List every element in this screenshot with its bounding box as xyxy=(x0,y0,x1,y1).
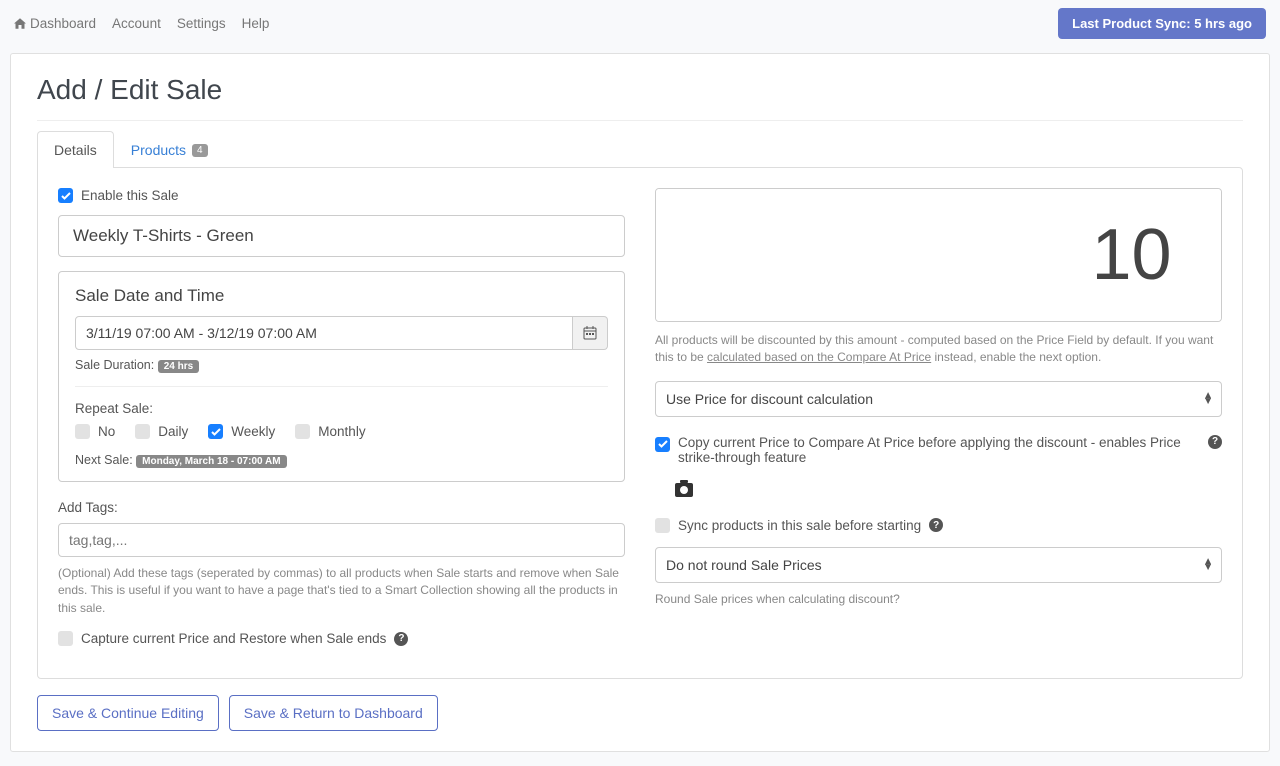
repeat-no-checkbox[interactable] xyxy=(75,424,90,439)
date-box-title: Sale Date and Time xyxy=(75,286,608,306)
copy-price-checkbox[interactable] xyxy=(655,437,670,452)
sync-products-label: Sync products in this sale before starti… xyxy=(678,518,921,533)
last-sync-button[interactable]: Last Product Sync: 5 hrs ago xyxy=(1058,8,1266,39)
save-continue-button[interactable]: Save & Continue Editing xyxy=(37,695,219,731)
enable-sale-checkbox[interactable] xyxy=(58,188,73,203)
round-select[interactable]: Do not round Sale Prices ▲▼ xyxy=(655,547,1222,583)
products-count-badge: 4 xyxy=(192,144,208,157)
repeat-daily-checkbox[interactable] xyxy=(135,424,150,439)
nav-help[interactable]: Help xyxy=(242,16,270,31)
copy-price-label: Copy current Price to Compare At Price b… xyxy=(678,435,1200,465)
home-icon xyxy=(14,18,26,29)
calendar-icon xyxy=(583,326,597,340)
help-icon[interactable]: ? xyxy=(929,518,943,532)
page-title: Add / Edit Sale xyxy=(37,54,1243,120)
capture-price-label: Capture current Price and Restore when S… xyxy=(81,631,386,646)
next-sale: Next Sale: Monday, March 18 - 07:00 AM xyxy=(75,453,608,467)
repeat-monthly-checkbox[interactable] xyxy=(295,424,310,439)
tabs: Details Products 4 xyxy=(37,131,1243,168)
nav-account[interactable]: Account xyxy=(112,16,161,31)
discount-note: All products will be discounted by this … xyxy=(655,332,1222,367)
camera-icon[interactable] xyxy=(675,483,693,497)
nav-settings[interactable]: Settings xyxy=(177,16,226,31)
repeat-label: Repeat Sale: xyxy=(75,401,608,416)
help-icon[interactable]: ? xyxy=(394,632,408,646)
tags-help: (Optional) Add these tags (seperated by … xyxy=(58,565,625,617)
tags-label: Add Tags: xyxy=(58,500,625,515)
discount-input[interactable] xyxy=(656,189,1222,321)
calendar-button[interactable] xyxy=(573,316,608,350)
sale-name-input[interactable] xyxy=(58,215,625,257)
tab-details[interactable]: Details xyxy=(37,131,114,168)
save-return-button[interactable]: Save & Return to Dashboard xyxy=(229,695,438,731)
price-calc-select[interactable]: Use Price for discount calculation ▲▼ xyxy=(655,381,1222,417)
sync-products-checkbox[interactable] xyxy=(655,518,670,533)
round-help: Round Sale prices when calculating disco… xyxy=(655,591,1222,608)
help-icon[interactable]: ? xyxy=(1208,435,1222,449)
date-range-input[interactable] xyxy=(75,316,573,350)
repeat-weekly-checkbox[interactable] xyxy=(208,424,223,439)
enable-sale-label: Enable this Sale xyxy=(81,188,179,203)
sale-duration: Sale Duration: 24 hrs xyxy=(75,358,608,372)
tab-products[interactable]: Products 4 xyxy=(114,131,225,168)
tags-input[interactable] xyxy=(58,523,625,557)
capture-price-checkbox[interactable] xyxy=(58,631,73,646)
nav-dashboard[interactable]: Dashboard xyxy=(14,16,96,31)
